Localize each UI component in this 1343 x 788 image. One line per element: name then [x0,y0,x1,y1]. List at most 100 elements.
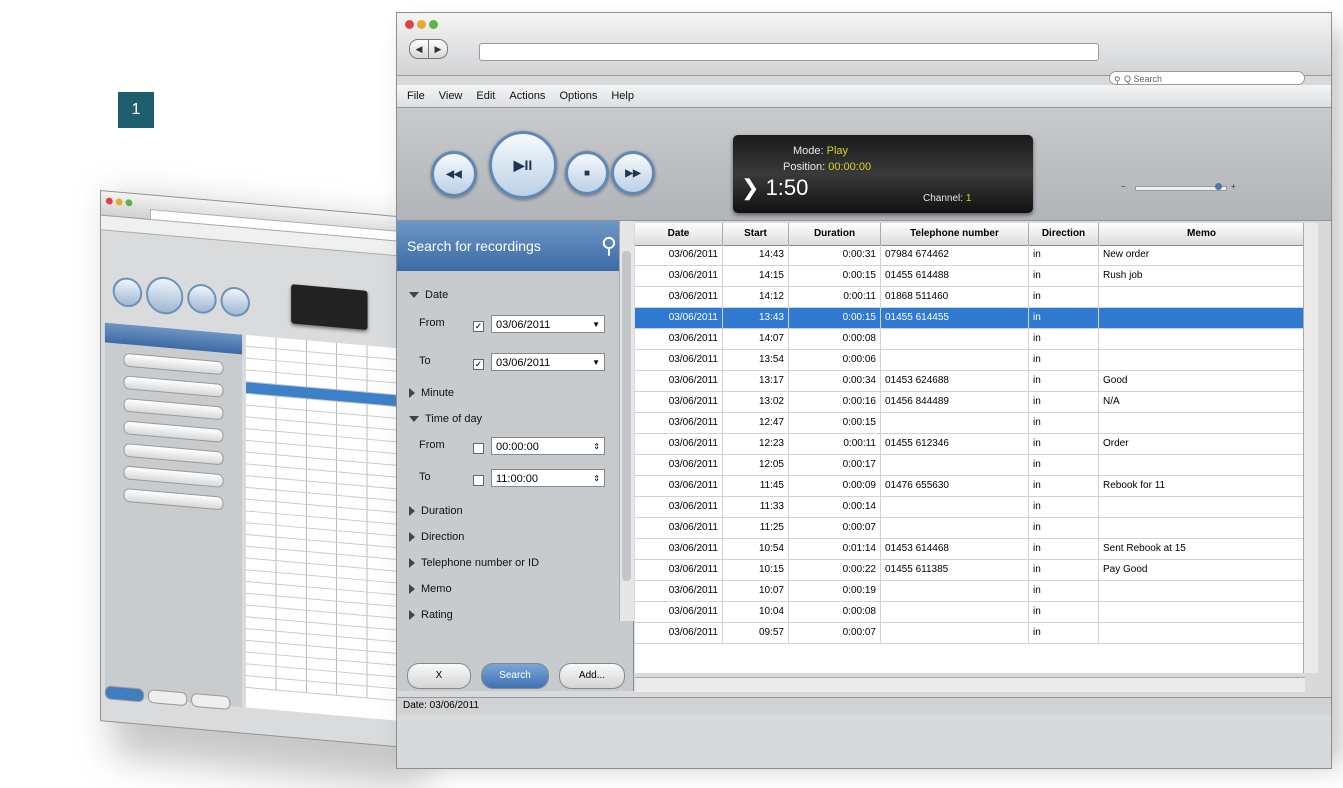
cell-date: 03/06/2011 [635,266,723,286]
table-row[interactable]: 03/06/2011 09:57 0:00:07 in [635,623,1305,644]
cell-direction: in [1029,476,1099,496]
col-direction[interactable]: Direction [1029,223,1099,245]
cell-memo [1099,581,1305,601]
criterion-duration[interactable]: Duration [409,505,463,517]
date-from-field[interactable]: 03/06/2011 ▼ [491,315,605,333]
player-display: Mode: Play Position: 00:00:00 ❯ 1:50 Cha… [733,135,1033,213]
table-row[interactable]: 03/06/2011 10:15 0:00:22 01455 611385 in Pay … [635,560,1305,581]
zoom-window-button[interactable] [429,20,438,29]
cell-memo [1099,497,1305,517]
criterion-minute[interactable]: Minute [409,387,454,399]
table-row[interactable]: 03/06/2011 12:47 0:00:15 in [635,413,1305,434]
table-row[interactable]: 03/06/2011 10:07 0:00:19 in [635,581,1305,602]
table-row[interactable]: 03/06/2011 14:12 0:00:11 01868 511460 in [635,287,1305,308]
cell-direction: in [1029,308,1099,328]
cell-date: 03/06/2011 [635,560,723,580]
cell-duration: 0:00:08 [789,329,881,349]
cell-duration: 0:00:15 [789,413,881,433]
table-row[interactable]: 03/06/2011 13:17 0:00:34 01453 624688 in Good [635,371,1305,392]
menu-options[interactable]: Options [559,85,597,107]
forward-button[interactable]: ▶ [429,39,448,59]
address-bar[interactable] [479,43,1099,61]
search-icon[interactable]: ⚲ [601,221,617,271]
volume-track[interactable] [1135,186,1227,191]
cell-start: 11:25 [723,518,789,538]
cell-duration: 0:00:06 [789,350,881,370]
close-window-button[interactable] [405,20,414,29]
table-row[interactable]: 03/06/2011 11:33 0:00:14 in [635,497,1305,518]
cell-memo [1099,308,1305,328]
cell-memo: New order [1099,245,1305,265]
menu-actions[interactable]: Actions [509,85,545,107]
table-row[interactable]: 03/06/2011 14:15 0:00:15 01455 614488 in Rush… [635,266,1305,287]
table-row[interactable]: 03/06/2011 10:54 0:01:14 01453 614468 in Sent… [635,539,1305,560]
col-start[interactable]: Start [723,223,789,245]
tod-from-field[interactable]: 00:00:00 ⇕ [491,437,605,455]
menu-edit[interactable]: Edit [476,85,495,107]
table-row[interactable]: 03/06/2011 12:05 0:00:17 in [635,455,1305,476]
stop-button[interactable]: ■ [565,151,609,195]
nav-buttons: ◀ ▶ [409,39,448,59]
tod-to-checkbox[interactable] [473,475,484,486]
cell-memo [1099,350,1305,370]
clear-button[interactable]: X [407,663,471,689]
browser-search-input[interactable]: ⚲ Q Search [1109,71,1305,85]
cell-start: 13:54 [723,350,789,370]
table-row[interactable]: 03/06/2011 13:43 0:00:15 01455 614455 in [635,308,1305,329]
date-to-field[interactable]: 03/06/2011 ▼ [491,353,605,371]
criterion-telephone[interactable]: Telephone number or ID [409,557,539,569]
menu-help[interactable]: Help [611,85,634,107]
criterion-rating[interactable]: Rating [409,609,453,621]
volume-knob[interactable] [1215,183,1222,190]
cell-memo [1099,602,1305,622]
cell-date: 03/06/2011 [635,245,723,265]
volume-slider[interactable]: − + [1117,182,1247,191]
table-row[interactable]: 03/06/2011 14:07 0:00:08 in [635,329,1305,350]
search-button[interactable]: Search [481,663,549,689]
cell-direction: in [1029,497,1099,517]
col-memo[interactable]: Memo [1099,223,1305,245]
cell-duration: 0:01:14 [789,539,881,559]
cell-duration: 0:00:15 [789,266,881,286]
table-row[interactable]: 03/06/2011 13:02 0:00:16 01456 844489 in N/A [635,392,1305,413]
panel-scrollbar[interactable] [619,221,634,621]
criterion-time-of-day[interactable]: Time of day [409,413,482,425]
add-button[interactable]: Add... [559,663,625,689]
search-panel: Search for recordings ⚲ Date From ✓ 03/0… [397,221,634,691]
cell-start: 13:17 [723,371,789,391]
background-grid [246,335,415,723]
date-from-checkbox[interactable]: ✓ [473,321,484,332]
criterion-date[interactable]: Date [409,289,448,301]
minimize-window-button[interactable] [417,20,426,29]
table-row[interactable]: 03/06/2011 11:45 0:00:09 01476 655630 in Rebo… [635,476,1305,497]
cell-start: 13:02 [723,392,789,412]
next-button[interactable]: ▶▶ [611,151,655,195]
cell-direction: in [1029,581,1099,601]
previous-button[interactable]: ◀◀ [431,151,477,197]
table-row[interactable]: 03/06/2011 11:25 0:00:07 in [635,518,1305,539]
cell-start: 10:54 [723,539,789,559]
menu-file[interactable]: File [407,85,425,107]
cell-direction: in [1029,413,1099,433]
panel-scroll-thumb[interactable] [622,251,631,581]
menu-view[interactable]: View [439,85,463,107]
cell-direction: in [1029,455,1099,475]
tod-from-checkbox[interactable] [473,443,484,454]
table-row[interactable]: 03/06/2011 14:43 0:00:31 07984 674462 in New … [635,245,1305,266]
back-button[interactable]: ◀ [409,39,429,59]
table-row[interactable]: 03/06/2011 12:23 0:00:11 01455 612346 in Orde… [635,434,1305,455]
tod-to-field[interactable]: 11:00:00 ⇕ [491,469,605,487]
status-bar: Date: 03/06/2011 [397,697,1331,714]
table-horizontal-scrollbar[interactable] [635,677,1305,692]
table-row[interactable]: 03/06/2011 13:54 0:00:06 in [635,350,1305,371]
col-duration[interactable]: Duration [789,223,881,245]
col-telephone[interactable]: Telephone number [881,223,1029,245]
play-pause-button[interactable]: ▶II [489,131,557,199]
col-date[interactable]: Date [635,223,723,245]
criterion-memo[interactable]: Memo [409,583,452,595]
table-vertical-scrollbar[interactable] [1303,223,1318,673]
table-row[interactable]: 03/06/2011 10:04 0:00:08 in [635,602,1305,623]
criterion-direction[interactable]: Direction [409,531,464,543]
cell-memo: Good [1099,371,1305,391]
date-to-checkbox[interactable]: ✓ [473,359,484,370]
